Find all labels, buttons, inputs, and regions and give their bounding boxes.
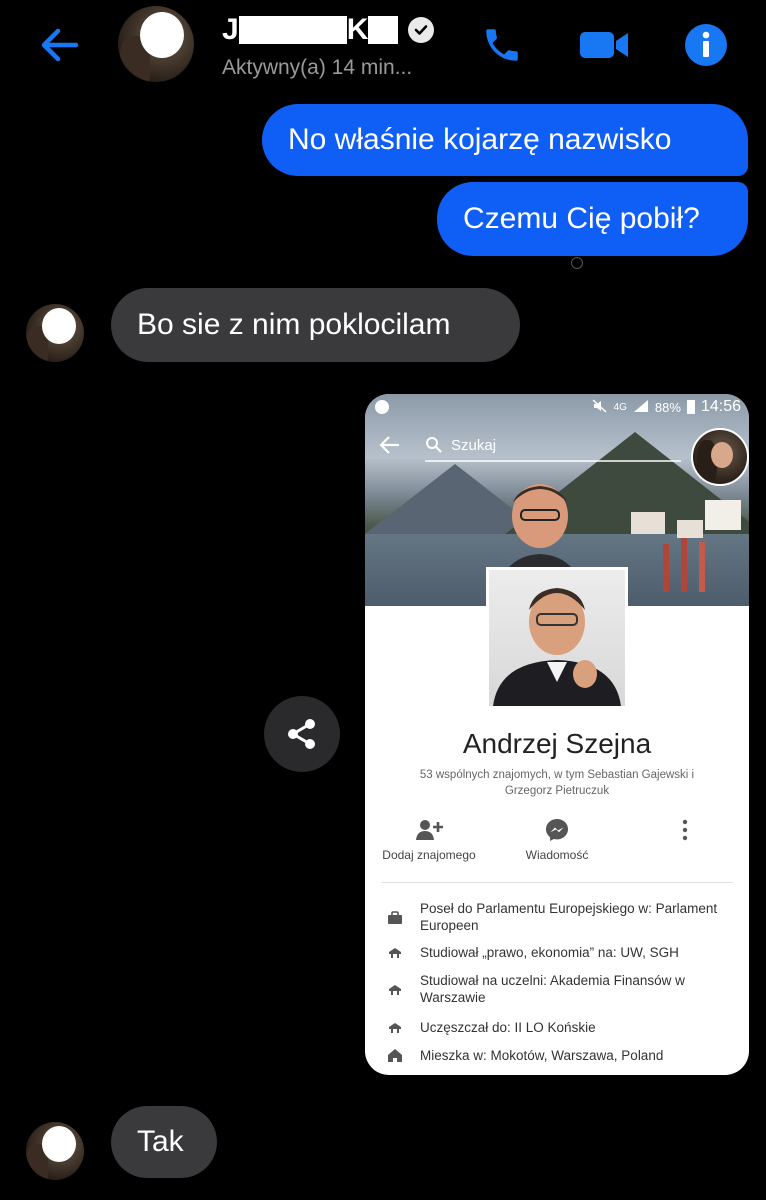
section-divider <box>381 882 733 883</box>
more-action <box>671 814 699 846</box>
video-call-button[interactable] <box>578 20 630 70</box>
share-button[interactable] <box>264 696 340 772</box>
phone-status-bar: 4G 88% 14:56 <box>365 394 749 422</box>
signal-icon <box>633 399 649 416</box>
voice-call-button[interactable] <box>476 20 528 70</box>
graduation-cap-icon <box>387 945 403 961</box>
incoming-message[interactable]: Bo sie z nim poklocilam <box>111 288 520 362</box>
name-initial-second: K <box>346 13 369 46</box>
contact-name[interactable]: J K <box>222 12 435 48</box>
back-button[interactable] <box>34 22 84 68</box>
search-placeholder: Szukaj <box>451 436 497 454</box>
messenger-icon <box>546 819 568 841</box>
incoming-message[interactable]: Tak <box>111 1106 217 1178</box>
profile-name: Andrzej Szejna <box>462 728 652 759</box>
clock: 14:56 <box>700 398 741 415</box>
mutual-friends: 53 wspólnych znajomych, w tym Sebastian … <box>419 769 695 797</box>
more-vertical-icon <box>682 819 688 841</box>
share-icon <box>288 719 315 749</box>
chat-header: J K Aktywny(a) 14 min... <box>0 0 766 92</box>
back-arrow-icon <box>41 28 79 62</box>
sender-avatar[interactable] <box>26 304 84 362</box>
info-icon <box>685 24 727 66</box>
phone-icon <box>486 29 518 61</box>
verified-badge-icon <box>408 17 435 43</box>
active-status: Aktywny(a) 14 min... <box>222 56 413 79</box>
sender-avatar[interactable] <box>26 1122 84 1180</box>
outgoing-message[interactable]: No właśnie kojarzę nazwisko <box>262 104 748 176</box>
add-friend-action: Dodaj znajomego <box>373 814 485 862</box>
home-icon <box>387 1047 403 1063</box>
name-initial-first: J <box>222 13 239 46</box>
graduation-cap-icon <box>387 982 403 998</box>
profile-actions: Dodaj znajomego Wiadomość <box>365 814 749 878</box>
network-type: 4G <box>613 401 627 413</box>
info-text: Studiował „prawo, ekonomia” na: UW, SGH <box>420 945 679 960</box>
briefcase-icon <box>387 910 403 926</box>
message-label: Wiadomość <box>525 848 589 862</box>
video-camera-icon <box>580 32 628 58</box>
info-text: Studiował na uczelni: Akademia Finansów … <box>420 973 685 1005</box>
add-friend-icon <box>416 820 443 840</box>
profile-picture <box>486 567 628 709</box>
message-action: Wiadomość <box>501 814 613 862</box>
back-arrow-icon <box>379 436 399 454</box>
info-text: Mieszka w: Mokotów, Warszawa, Poland <box>420 1048 664 1063</box>
search-icon <box>426 437 442 453</box>
contact-avatar[interactable] <box>118 6 194 82</box>
name-redaction <box>238 16 347 44</box>
viewer-avatar <box>691 428 749 486</box>
add-friend-label: Dodaj znajomego <box>382 848 476 862</box>
info-text: Uczęszczał do: II LO Końskie <box>420 1020 596 1035</box>
graduation-cap-icon <box>387 1020 403 1036</box>
outgoing-message[interactable]: Czemu Cię pobił? <box>437 182 748 256</box>
mute-icon <box>592 398 608 416</box>
info-text: Poseł do Parlamentu Europejskiego w: Par… <box>420 901 718 933</box>
battery-level: 88% <box>654 399 681 415</box>
shared-image[interactable]: 4G 88% 14:56 Szukaj Andrzej Szejna 53 ws… <box>365 394 749 1075</box>
profile-search-bar: Szukaj <box>379 430 699 460</box>
sent-indicator-icon <box>571 257 583 269</box>
name-redaction <box>368 16 399 44</box>
conversation-info-button[interactable] <box>680 20 732 70</box>
battery-icon <box>686 400 695 414</box>
